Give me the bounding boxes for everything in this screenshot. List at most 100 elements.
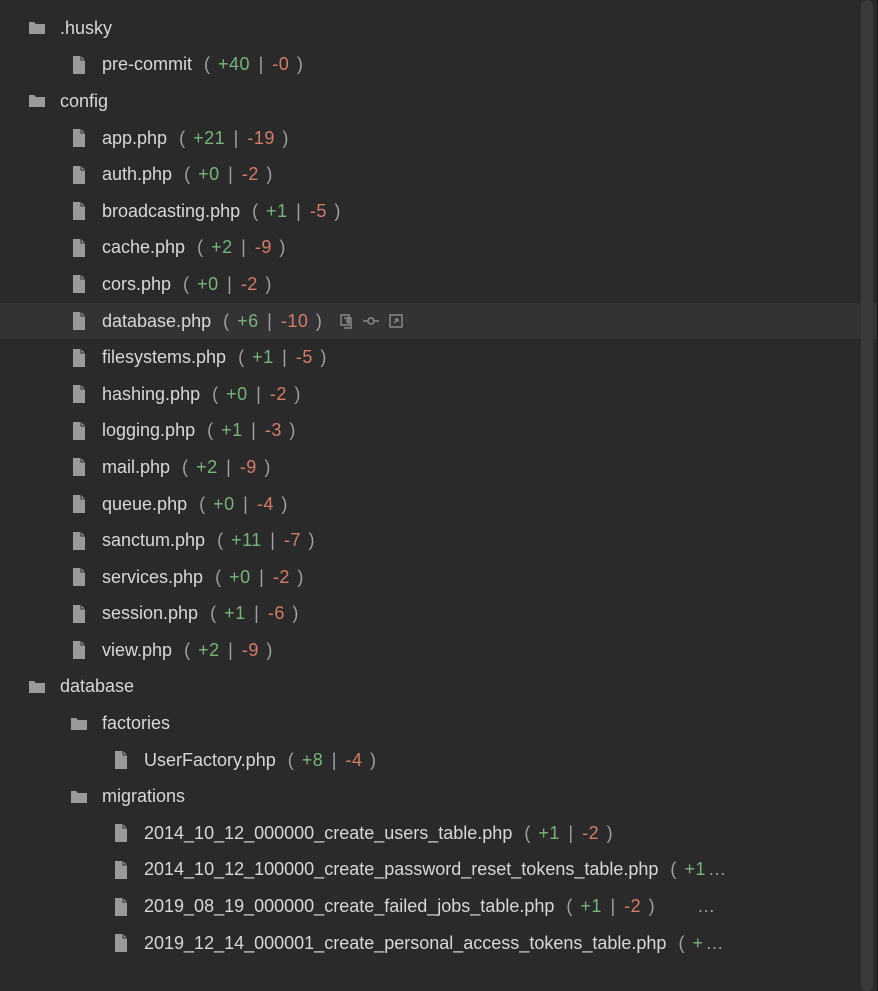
file-row[interactable]: session.php( +1 | -6 )	[0, 596, 877, 633]
paren-open: (	[199, 494, 206, 514]
file-row[interactable]: 2019_12_14_000001_create_personal_access…	[0, 925, 877, 962]
separator: |	[254, 603, 259, 623]
file-row[interactable]: cache.php( +2 | -9 )	[0, 230, 877, 267]
folder-row[interactable]: factories	[0, 705, 877, 742]
diff-stats: ( +1 | -5 )	[250, 201, 343, 222]
file-name: auth.php	[102, 164, 172, 185]
diff-stats: ( +1…	[668, 859, 728, 880]
copy-path-icon[interactable]	[338, 313, 354, 329]
diff-stats: ( +21 | -19 )	[177, 128, 291, 149]
additions: +8	[302, 750, 324, 770]
paren-close: )	[370, 750, 377, 770]
file-name: broadcasting.php	[102, 201, 240, 222]
file-icon	[110, 859, 132, 881]
overflow-ellipsis: …	[697, 896, 717, 917]
additions: +2	[196, 457, 218, 477]
folder-icon	[68, 786, 90, 808]
file-row[interactable]: database.php( +6 | -10 )	[0, 303, 877, 340]
deletions: -2	[624, 896, 641, 916]
file-row[interactable]: app.php( +21 | -19 )	[0, 120, 877, 157]
separator: |	[228, 640, 233, 660]
additions: +1	[538, 823, 560, 843]
deletions: -2	[270, 384, 287, 404]
additions: +0	[213, 494, 235, 514]
paren-close: )	[297, 54, 304, 74]
separator: |	[234, 128, 239, 148]
paren-close: )	[282, 128, 289, 148]
paren-open: (	[252, 201, 259, 221]
paren-close: )	[309, 530, 316, 550]
deletions: -2	[582, 823, 599, 843]
file-icon	[68, 566, 90, 588]
separator: |	[226, 457, 231, 477]
stats-truncated: ( +…	[676, 933, 726, 953]
stats-truncated: ( +1…	[668, 859, 728, 879]
folder-row[interactable]: .husky	[0, 10, 877, 47]
paren-close: )	[264, 457, 271, 477]
file-name: pre-commit	[102, 54, 192, 75]
separator: |	[270, 530, 275, 550]
file-row[interactable]: view.php( +2 | -9 )	[0, 632, 877, 669]
file-row[interactable]: broadcasting.php ( +1 | -5 )	[0, 193, 877, 230]
paren-open: (	[179, 128, 186, 148]
separator: |	[259, 567, 264, 587]
changes-tree: .huskypre-commit( +40 | -0 )configapp.ph…	[0, 0, 878, 991]
folder-row[interactable]: migrations	[0, 778, 877, 815]
file-icon	[68, 237, 90, 259]
file-row[interactable]: hashing.php( +0 | -2 )	[0, 376, 877, 413]
file-row[interactable]: pre-commit( +40 | -0 )	[0, 47, 877, 84]
file-name: mail.php	[102, 457, 170, 478]
separator: |	[267, 311, 272, 331]
paren-open: (	[184, 640, 191, 660]
separator: |	[282, 347, 287, 367]
deletions: -9	[242, 640, 259, 660]
additions: +0	[226, 384, 248, 404]
paren-close: )	[607, 823, 614, 843]
folder-row[interactable]: database	[0, 669, 877, 706]
diff-stats: ( +1 | -6 )	[208, 603, 301, 624]
file-row[interactable]: UserFactory.php( +8 | -4 )	[0, 742, 877, 779]
file-row[interactable]: filesystems.php( +1 | -5 )	[0, 339, 877, 376]
file-icon	[68, 127, 90, 149]
file-icon	[68, 54, 90, 76]
file-name: 2019_12_14_000001_create_personal_access…	[144, 933, 666, 954]
paren-open: (	[197, 237, 204, 257]
file-icon	[68, 347, 90, 369]
file-row[interactable]: sanctum.php( +11 | -7 )	[0, 522, 877, 559]
file-row[interactable]: queue.php( +0 | -4 )	[0, 486, 877, 523]
paren-close: )	[289, 420, 296, 440]
file-row[interactable]: 2014_10_12_100000_create_password_reset_…	[0, 852, 877, 889]
file-name: cors.php	[102, 274, 171, 295]
folder-name: config	[60, 91, 108, 112]
additions: +2	[198, 640, 220, 660]
file-row[interactable]: auth.php( +0 | -2 )	[0, 156, 877, 193]
paren-open: (	[204, 54, 211, 74]
separator: |	[241, 237, 246, 257]
paren-open: (	[184, 164, 191, 184]
folder-name: factories	[102, 713, 170, 734]
paren-close: )	[649, 896, 656, 916]
file-row[interactable]: 2014_10_12_000000_create_users_table.php…	[0, 815, 877, 852]
file-icon	[110, 932, 132, 954]
folder-row[interactable]: config	[0, 83, 877, 120]
scrollbar[interactable]	[861, 0, 873, 991]
additions: +21	[193, 128, 225, 148]
file-row[interactable]: mail.php( +2 | -9 )	[0, 449, 877, 486]
view-diff-icon[interactable]	[362, 315, 380, 327]
file-row[interactable]: services.php( +0 | -2 )	[0, 559, 877, 596]
open-file-icon[interactable]	[388, 313, 404, 329]
diff-stats: ( +1 | -2 )	[564, 896, 657, 917]
file-row[interactable]: 2019_08_19_000000_create_failed_jobs_tab…	[0, 888, 877, 925]
diff-stats: ( +1 | -5 )	[236, 347, 329, 368]
file-row[interactable]: logging.php( +1 | -3 )	[0, 413, 877, 450]
deletions: -2	[273, 567, 290, 587]
separator: |	[610, 896, 615, 916]
file-name: cache.php	[102, 237, 185, 258]
paren-close: )	[266, 640, 273, 660]
file-name: 2014_10_12_000000_create_users_table.php	[144, 823, 512, 844]
file-row[interactable]: cors.php ( +0 | -2 )	[0, 266, 877, 303]
file-icon	[68, 639, 90, 661]
additions: +1	[252, 347, 274, 367]
additions: +1	[266, 201, 288, 221]
diff-stats: ( +0 | -2 )	[181, 274, 274, 295]
